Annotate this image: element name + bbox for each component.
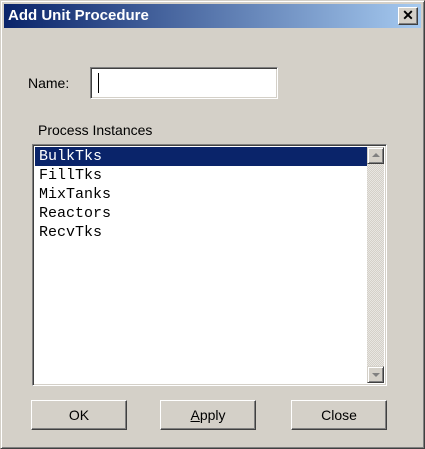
- close-button[interactable]: Close: [291, 400, 387, 430]
- list-item-recvtks[interactable]: RecvTks: [35, 223, 367, 242]
- scroll-up-button[interactable]: [367, 147, 384, 164]
- arrow-up-icon: [372, 153, 380, 157]
- list-item-filltks[interactable]: FillTks: [35, 166, 367, 185]
- text-caret: [98, 73, 99, 93]
- list-items: BulkTks FillTks MixTanks Reactors RecvTk…: [35, 147, 367, 242]
- name-label: Name:: [28, 75, 70, 91]
- list-item-reactors[interactable]: Reactors: [35, 204, 367, 223]
- title-bar[interactable]: Add Unit Procedure ✕: [4, 4, 421, 28]
- apply-label-rest: pply: [199, 406, 226, 423]
- window-title: Add Unit Procedure: [8, 7, 149, 24]
- name-input[interactable]: [90, 67, 278, 99]
- close-icon: ✕: [402, 7, 414, 23]
- vertical-scrollbar[interactable]: [367, 147, 384, 383]
- scroll-down-button[interactable]: [367, 366, 384, 383]
- ok-button[interactable]: OK: [31, 400, 127, 430]
- add-unit-procedure-dialog: Add Unit Procedure ✕ Name: Process Insta…: [0, 0, 425, 449]
- close-window-button[interactable]: ✕: [398, 7, 418, 25]
- list-item-mixtanks[interactable]: MixTanks: [35, 185, 367, 204]
- process-instances-listbox[interactable]: BulkTks FillTks MixTanks Reactors RecvTk…: [32, 144, 387, 386]
- arrow-down-icon: [372, 373, 380, 377]
- apply-button[interactable]: Apply: [160, 400, 256, 430]
- process-instances-label: Process Instances: [38, 122, 153, 138]
- list-item-bulktks[interactable]: BulkTks: [35, 147, 367, 166]
- apply-access-key: A: [190, 406, 200, 423]
